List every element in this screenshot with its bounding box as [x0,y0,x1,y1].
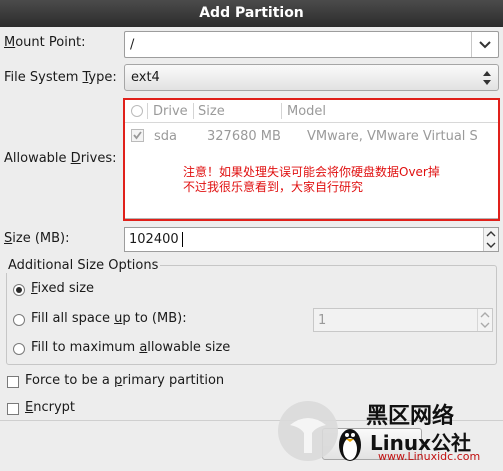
updown-arrows-icon [483,71,491,85]
fill-up-to-value[interactable]: 1 [318,313,326,328]
annotation-line-2: 不过我很乐意看到，大家自行研究 [183,180,364,194]
drive-name-cell: sda [154,129,177,144]
additional-size-options-title: Additional Size Options [6,258,161,273]
fs-label-pre: File System [4,70,83,85]
fill-up-to-radio[interactable] [13,314,25,326]
opt0-post: ixed size [37,281,95,296]
column-header-model[interactable]: Model [287,104,326,119]
fs-label-post: ype: [88,70,117,85]
drive-checkbox[interactable] [131,129,144,142]
file-system-type-select[interactable]: ext4 [124,64,499,91]
fill-max-label[interactable]: Fill to maximum allowable size [31,340,230,355]
force-primary-checkbox[interactable] [7,376,19,388]
drives-label-mnemonic: D [70,151,81,166]
encrypt-label[interactable]: Encrypt [25,400,75,415]
opt1-post: p to (MB): [122,311,187,326]
encrypt-mnemonic: E [25,400,34,415]
mount-point-label: Mount Point: [4,35,86,50]
column-header-size[interactable]: Size [198,104,225,119]
allowable-drives-label: Allowable Drives: [4,151,117,166]
fill-up-to-label[interactable]: Fill all space up to (MB): [31,311,187,326]
encrypt-checkbox[interactable] [7,403,19,415]
fill-up-to-stepper[interactable] [477,309,492,331]
force-primary-label[interactable]: Force to be a primary partition [25,373,224,388]
file-system-type-label: File System Type: [4,70,117,85]
svg-text:黑区网络: 黑区网络 [366,403,454,429]
mount-point-label-rest: ount Point: [15,35,86,50]
mount-point-dropdown-button[interactable] [471,32,498,57]
fixed-size-label[interactable]: Fixed size [31,281,94,296]
watermark-logo: 黑区网络 Linux公社 www.Linuxidc.com [268,395,503,467]
force-pre: Force to be a [25,373,114,388]
fill-max-radio[interactable] [13,343,25,355]
mount-point-combo[interactable]: / [124,31,499,58]
allowable-drives-table[interactable]: Drive Size Model sda 327680 MB VMware, V… [124,99,499,219]
size-label-rest: ize (MB): [12,231,70,246]
drive-size-cell: 327680 MB [207,129,281,144]
drives-table-header: Drive Size Model [125,100,498,123]
file-system-type-value: ext4 [131,70,160,85]
force-post: rimary partition [122,373,225,388]
opt2-post: llowable size [147,340,231,355]
text-cursor [182,232,183,247]
force-mnemonic: p [113,373,123,388]
size-label: Size (MB): [4,231,70,246]
encrypt-post: ncrypt [33,400,75,415]
drives-label-post: rives: [80,151,117,166]
annotation-line-1: 注意！如果处理失误可能会将你硬盘数据Over掉 [183,165,440,179]
watermark-text-2: www.Linuxidc.com [378,450,481,463]
drive-model-cell: VMware, VMware Virtual S [307,129,478,144]
drives-label-pre: Allowable [4,151,71,166]
fixed-size-radio[interactable] [13,284,25,296]
stepper-arrows-icon[interactable] [484,228,498,251]
size-spinbox[interactable]: 102400 [124,227,499,252]
opt2-pre: Fill to maximum [31,340,140,355]
size-value[interactable]: 102400 [129,232,179,247]
mount-point-value[interactable]: / [130,37,134,52]
mount-point-label-mnemonic: M [4,35,16,50]
fill-up-to-spinbox[interactable]: 1 [313,308,493,332]
opt1-pre: Fill all space [31,311,115,326]
window-title: Add Partition [0,0,503,27]
checkmark-icon [133,131,142,140]
chevron-down-icon [479,40,491,48]
column-header-drive[interactable]: Drive [153,104,188,119]
stepper-arrows-icon[interactable] [478,309,492,331]
header-select-circle-icon [131,105,143,117]
size-stepper-buttons[interactable] [483,228,498,251]
